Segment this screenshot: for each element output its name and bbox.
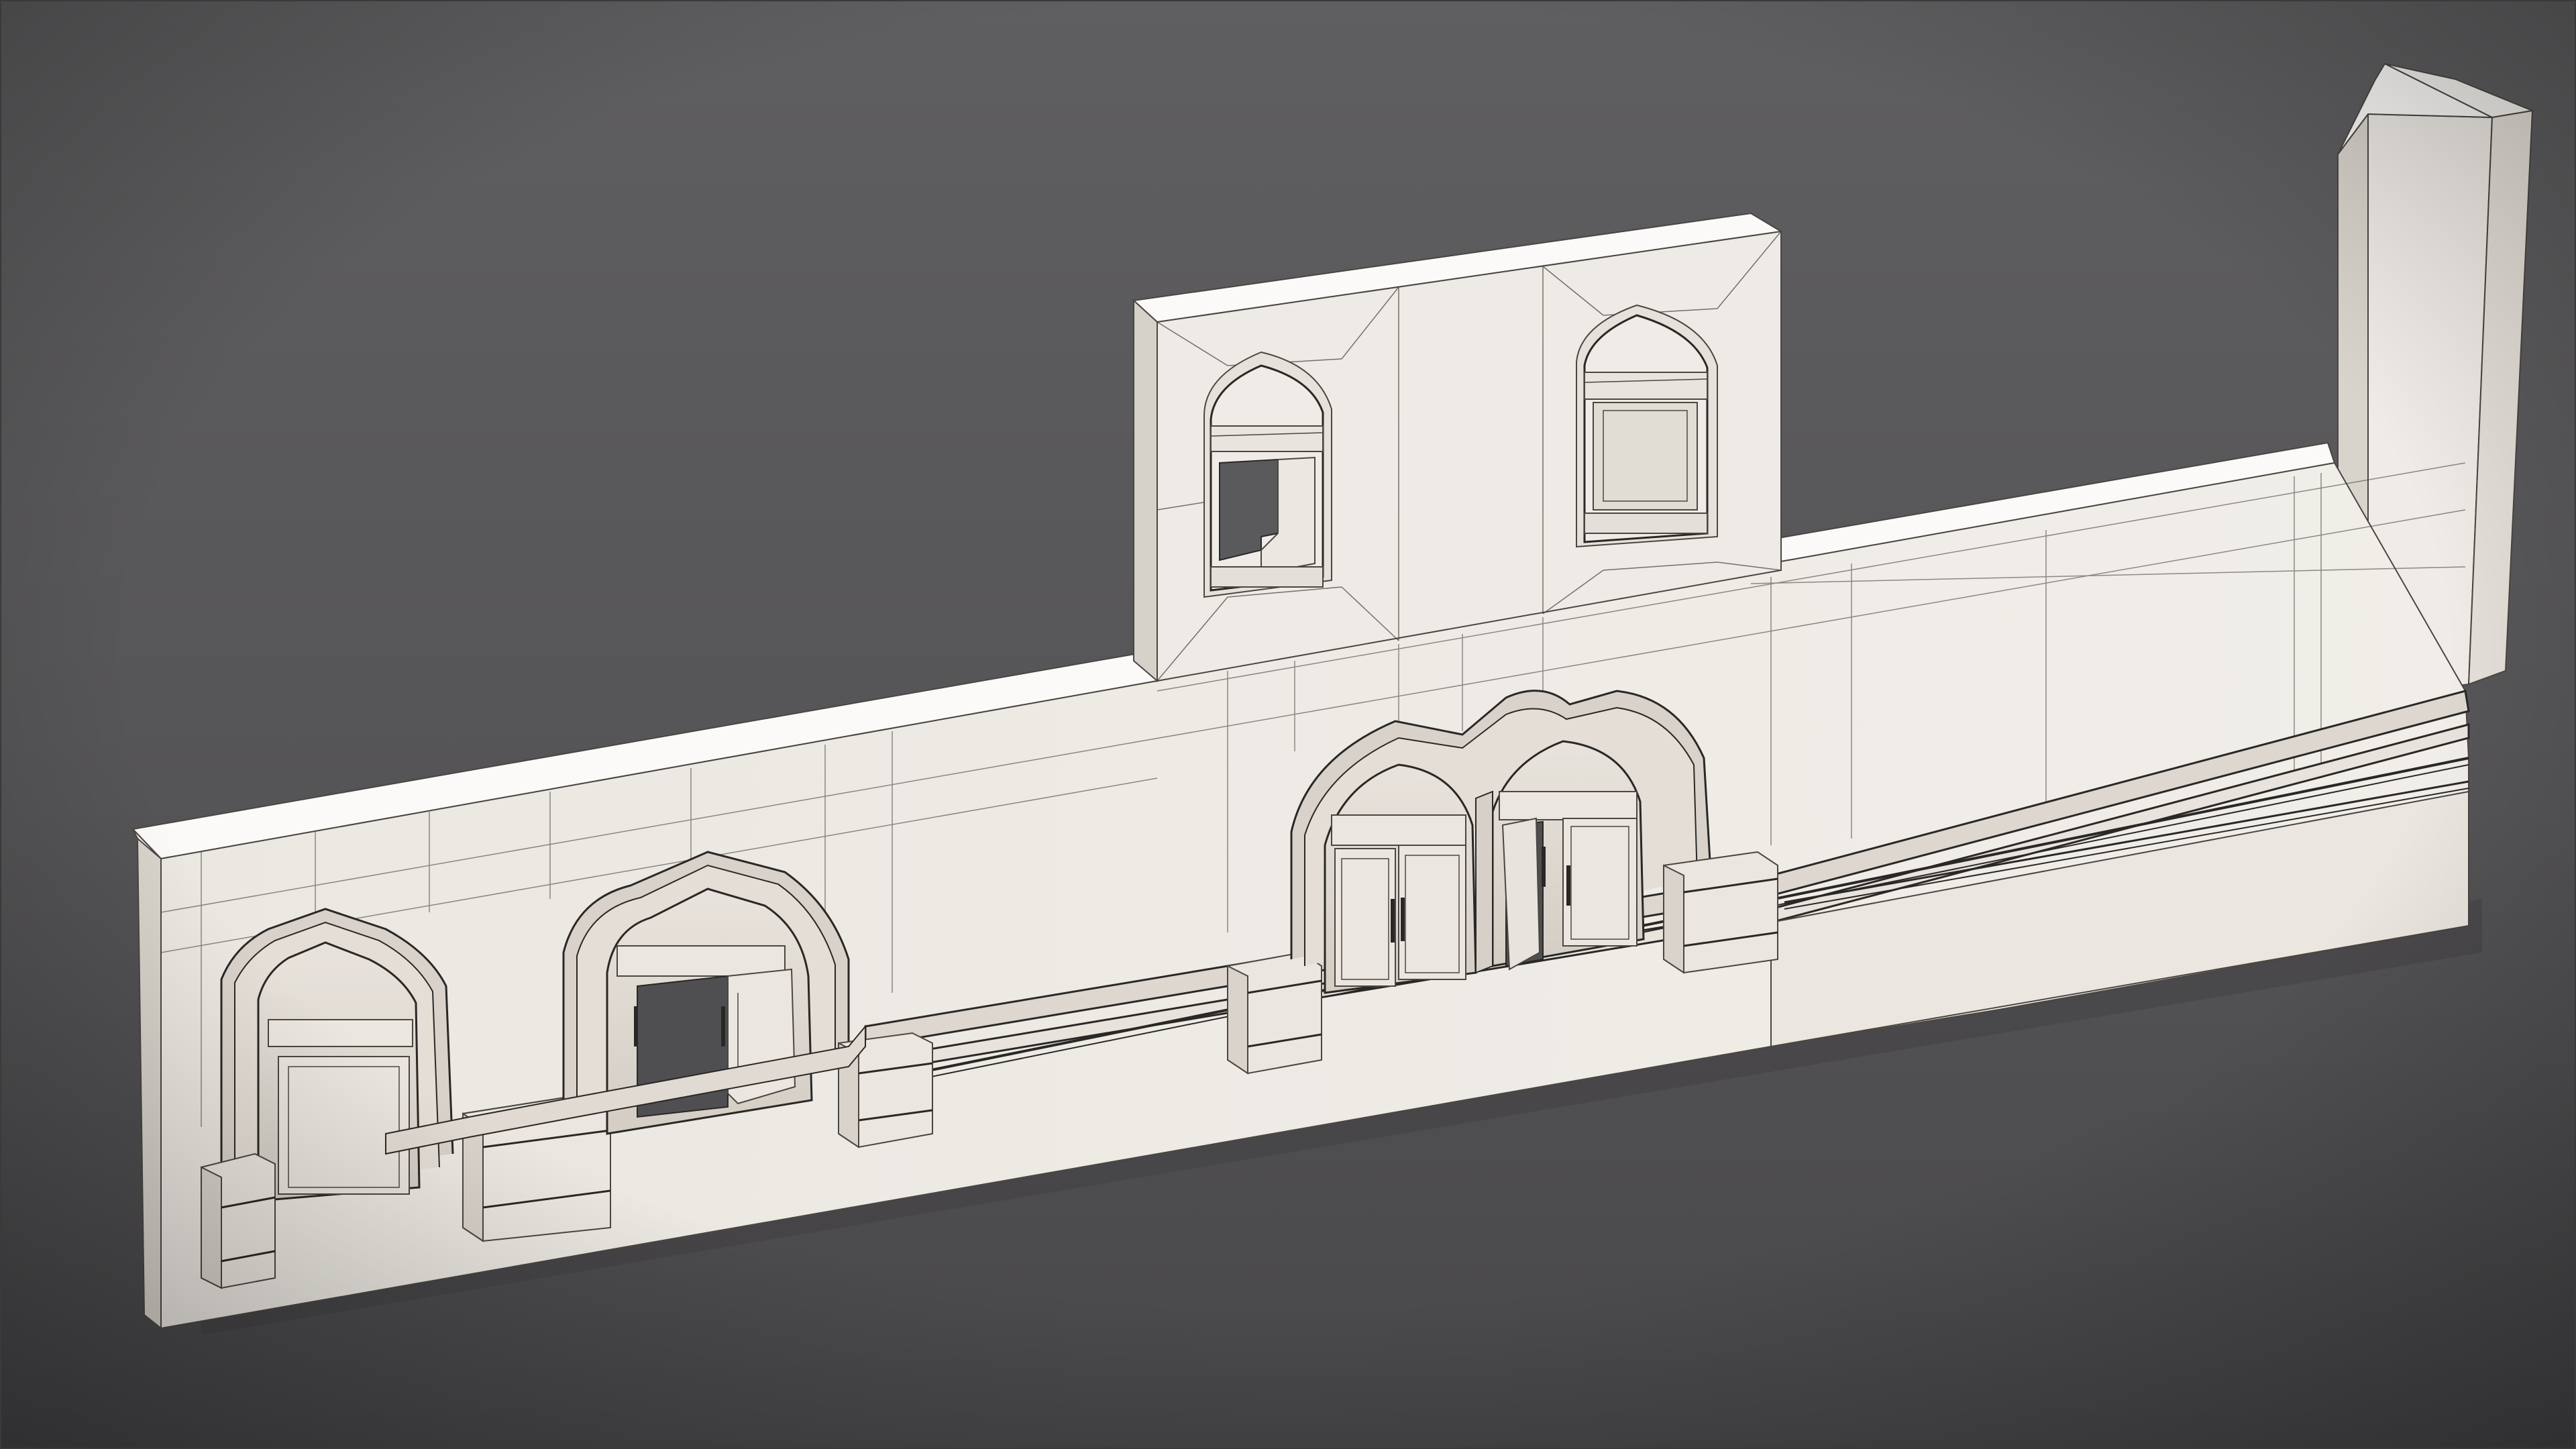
viewport-3d[interactable] (0, 0, 2576, 1449)
vignette-overlay (0, 0, 2576, 1449)
render-scene (0, 0, 2576, 1449)
